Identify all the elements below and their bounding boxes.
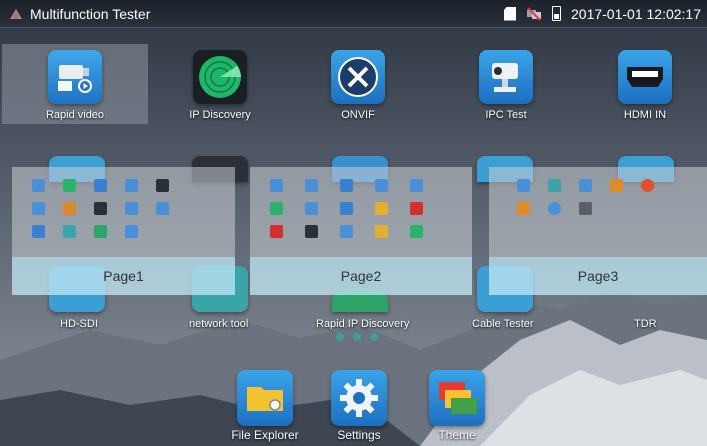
dock-label: Settings <box>337 428 381 442</box>
page-indicator <box>336 333 378 341</box>
dock-label: File Explorer <box>231 428 299 442</box>
dock-label: Theme <box>438 428 476 442</box>
page-dot[interactable] <box>353 333 361 341</box>
app-network-tool-label[interactable]: network tool <box>189 318 248 330</box>
app-label: IPC Test <box>485 109 527 121</box>
page-dot[interactable] <box>370 333 378 341</box>
sd-card-icon <box>504 6 516 21</box>
folder-icon <box>237 370 293 426</box>
page-preview <box>250 167 472 257</box>
page-label: Page2 <box>250 257 472 295</box>
battery-icon <box>552 6 561 21</box>
network-disconnected-icon <box>527 6 541 21</box>
app-label: Rapid video <box>45 109 105 121</box>
dock-settings[interactable]: Settings <box>314 370 404 442</box>
page-thumbnail-3[interactable]: Page3 <box>489 167 707 295</box>
theme-icon <box>429 370 485 426</box>
app-rapid-video[interactable]: Rapid video <box>2 44 148 124</box>
page-label: Page3 <box>489 257 707 295</box>
status-title-area: Multifunction Tester <box>8 6 150 22</box>
camera-video-icon <box>48 50 102 104</box>
hdmi-port-icon <box>618 50 672 104</box>
tools-icon <box>331 50 385 104</box>
page-thumbnail-2[interactable]: Page2 <box>250 167 472 295</box>
dock-theme[interactable]: Theme <box>412 370 502 442</box>
app-logo-icon <box>10 8 22 19</box>
app-label: HDMI IN <box>623 109 667 121</box>
app-cable-tester-label[interactable]: Cable Tester <box>472 318 534 330</box>
app-ip-discovery[interactable]: IP Discovery <box>165 44 275 124</box>
security-camera-icon <box>479 50 533 104</box>
app-rapid-ip-discovery-label[interactable]: Rapid IP Discovery <box>316 318 409 330</box>
status-datetime: 2017-01-01 12:02:17 <box>571 5 701 22</box>
mini-icon-grid <box>270 179 423 238</box>
radar-icon <box>193 50 247 104</box>
page-preview <box>489 167 707 257</box>
app-ipc-test[interactable]: IPC Test <box>451 44 561 124</box>
status-indicators: 2017-01-01 12:02:17 <box>504 6 701 22</box>
app-hdmi-in[interactable]: HDMI IN <box>590 44 700 124</box>
app-label: ONVIF <box>341 109 375 121</box>
page-dot[interactable] <box>336 333 344 341</box>
app-hd-sdi-label[interactable]: HD-SDI <box>60 318 98 330</box>
page-label: Page1 <box>12 257 235 295</box>
app-onvif[interactable]: ONVIF <box>303 44 413 124</box>
status-bar: Multifunction Tester 2017-01-01 12:02:17 <box>0 0 707 28</box>
page-thumbnail-1[interactable]: Page1 <box>12 167 235 295</box>
page-preview <box>12 167 235 257</box>
mini-icon-grid <box>517 179 654 215</box>
app-label: IP Discovery <box>189 109 251 121</box>
app-title: Multifunction Tester <box>30 5 151 22</box>
dock-file-explorer[interactable]: File Explorer <box>220 370 310 442</box>
gear-icon <box>331 370 387 426</box>
app-tdr-label[interactable]: TDR <box>634 318 657 330</box>
mini-icon-grid <box>32 179 169 238</box>
